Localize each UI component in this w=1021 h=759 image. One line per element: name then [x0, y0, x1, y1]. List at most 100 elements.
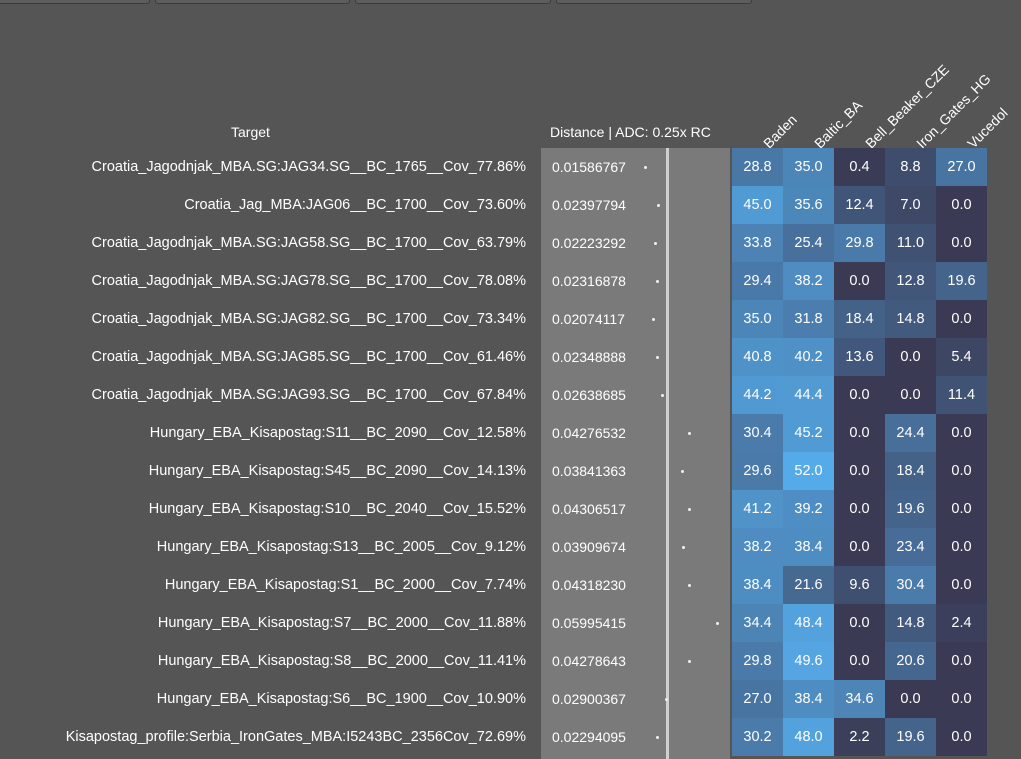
heatmap-cell: 24.4 — [885, 414, 936, 452]
heatmap-cell: 35.0 — [783, 148, 834, 186]
heatmap-cell: 5.4 — [936, 338, 987, 376]
row-target-label: Croatia_Jag_MBA:JAG06__BC_1700__Cov_73.6… — [184, 197, 526, 213]
heatmap-cell: 12.4 — [834, 186, 885, 224]
heatmap-cell: 38.4 — [783, 528, 834, 566]
heatmap-cell: 28.8 — [732, 148, 783, 186]
heatmap-cell: 44.4 — [783, 376, 834, 414]
row-distance-value: 0.04278643 — [552, 653, 626, 669]
heatmap-cell: 19.6 — [936, 262, 987, 300]
row-target-label: Croatia_Jagodnjak_MBA.SG:JAG58.SG__BC_17… — [91, 235, 526, 251]
heatmap-cell: 0.0 — [936, 718, 987, 756]
distance-marker-dot — [715, 622, 719, 625]
heatmap-cell: 11.0 — [885, 224, 936, 262]
toolbar-button-1[interactable] — [0, 0, 150, 4]
row-target-label: Hungary_EBA_Kisapostag:S6__BC_1900__Cov_… — [156, 691, 526, 707]
heatmap-cell: 0.0 — [834, 642, 885, 680]
heatmap-cell: 0.0 — [834, 604, 885, 642]
heatmap-cell: 2.2 — [834, 718, 885, 756]
distance-marker-dot — [680, 470, 684, 473]
toolbar-button-2[interactable] — [155, 0, 350, 4]
heatmap-cell: 0.0 — [834, 490, 885, 528]
heatmap-cell: 20.6 — [885, 642, 936, 680]
heatmap-cell: 0.0 — [936, 186, 987, 224]
heatmap-cell: 48.4 — [783, 604, 834, 642]
heatmap-cell: 18.4 — [885, 452, 936, 490]
row-distance-value: 0.04276532 — [552, 425, 626, 441]
row-distance-value: 0.02348888 — [552, 349, 626, 365]
heatmap-cell: 0.0 — [936, 224, 987, 262]
column-header-bell-beaker-cze: Bell_Beaker_CZE — [862, 61, 953, 152]
heatmap-cell: 0.0 — [936, 490, 987, 528]
toolbar-button-3[interactable] — [355, 0, 551, 4]
row-distance-value: 0.03909674 — [552, 539, 626, 555]
row-target-label: Croatia_Jagodnjak_MBA.SG:JAG85.SG__BC_17… — [91, 349, 526, 365]
heatmap-cell: 29.4 — [732, 262, 783, 300]
heatmap-cell: 0.0 — [936, 300, 987, 338]
heatmap-cell: 23.4 — [885, 528, 936, 566]
row-target-label: Hungary_EBA_Kisapostag:S45__BC_2090__Cov… — [148, 463, 526, 479]
distance-marker-dot — [681, 546, 685, 549]
row-distance-value: 0.04306517 — [552, 501, 626, 517]
row-target-label: Kisapostag_profile:Serbia_IronGates_MBA:… — [65, 729, 526, 745]
heatmap-cell: 45.0 — [732, 186, 783, 224]
row-target-label: Croatia_Jagodnjak_MBA.SG:JAG78.SG__BC_17… — [91, 273, 526, 289]
row-target-label: Hungary_EBA_Kisapostag:S7__BC_2000__Cov_… — [157, 615, 526, 631]
heatmap-cell: 19.6 — [885, 718, 936, 756]
row-distance-value: 0.02223292 — [552, 235, 626, 251]
heatmap-cell: 49.6 — [783, 642, 834, 680]
target-column-header: Target — [231, 124, 270, 140]
heatmap-cell: 35.0 — [732, 300, 783, 338]
heatmap-cell: 7.0 — [885, 186, 936, 224]
column-header-baltic-ba: Baltic_BA — [811, 97, 866, 152]
row-target-label: Hungary_EBA_Kisapostag:S8__BC_2000__Cov_… — [157, 653, 526, 669]
heatmap-cell: 31.8 — [783, 300, 834, 338]
heatmap-cell: 34.6 — [834, 680, 885, 718]
row-distance-value: 0.01586767 — [552, 159, 626, 175]
heatmap-cell: 0.0 — [834, 262, 885, 300]
heatmap-cell: 29.6 — [732, 452, 783, 490]
heatmap-cell: 0.0 — [834, 528, 885, 566]
heatmap-cell: 40.2 — [783, 338, 834, 376]
heatmap-cell: 34.4 — [732, 604, 783, 642]
heatmap-cell: 27.0 — [732, 680, 783, 718]
reference-line — [666, 148, 669, 759]
heatmap-cell: 48.0 — [783, 718, 834, 756]
heatmap-cell: 39.2 — [783, 490, 834, 528]
distance-marker-dot — [687, 432, 691, 435]
row-target-label: Hungary_EBA_Kisapostag:S13__BC_2005__Cov… — [156, 539, 526, 555]
distance-marker-dot — [655, 280, 659, 283]
heatmap-cell: 38.2 — [732, 528, 783, 566]
row-distance-value: 0.04318230 — [552, 577, 626, 593]
heatmap-cell: 52.0 — [783, 452, 834, 490]
heatmap-cell: 18.4 — [834, 300, 885, 338]
toolbar-button-4[interactable] — [556, 0, 752, 4]
row-distance-value: 0.03841363 — [552, 463, 626, 479]
heatmap-cell: 0.0 — [936, 566, 987, 604]
heatmap-cell: 30.2 — [732, 718, 783, 756]
heatmap-cell: 19.6 — [885, 490, 936, 528]
row-target-label: Hungary_EBA_Kisapostag:S11__BC_2090__Cov… — [149, 425, 526, 441]
heatmap-cell: 0.0 — [936, 414, 987, 452]
row-distance-value: 0.02074117 — [552, 311, 625, 327]
heatmap-cell: 0.0 — [834, 452, 885, 490]
row-distance-value: 0.02900367 — [552, 691, 626, 707]
heatmap-cell: 30.4 — [885, 566, 936, 604]
heatmap-cell: 25.4 — [783, 224, 834, 262]
row-distance-value: 0.02397794 — [552, 197, 626, 213]
heatmap-cell: 13.6 — [834, 338, 885, 376]
heatmap-cell: 0.0 — [885, 338, 936, 376]
heatmap-cell: 0.0 — [834, 376, 885, 414]
heatmap-cell: 29.8 — [732, 642, 783, 680]
heatmap-cell: 0.0 — [936, 680, 987, 718]
heatmap-cell: 21.6 — [783, 566, 834, 604]
heatmap-cell: 0.0 — [936, 642, 987, 680]
row-target-label: Hungary_EBA_Kisapostag:S10__BC_2040__Cov… — [148, 501, 526, 517]
heatmap-cell: 11.4 — [936, 376, 987, 414]
column-header-vucedol: Vucedol — [964, 104, 1011, 152]
heatmap-cell: 9.6 — [834, 566, 885, 604]
heatmap-cell: 0.0 — [936, 528, 987, 566]
heatmap-cell: 33.8 — [732, 224, 783, 262]
heatmap-cell: 40.8 — [732, 338, 783, 376]
heatmap-cell: 0.0 — [885, 680, 936, 718]
heatmap-cell: 44.2 — [732, 376, 783, 414]
